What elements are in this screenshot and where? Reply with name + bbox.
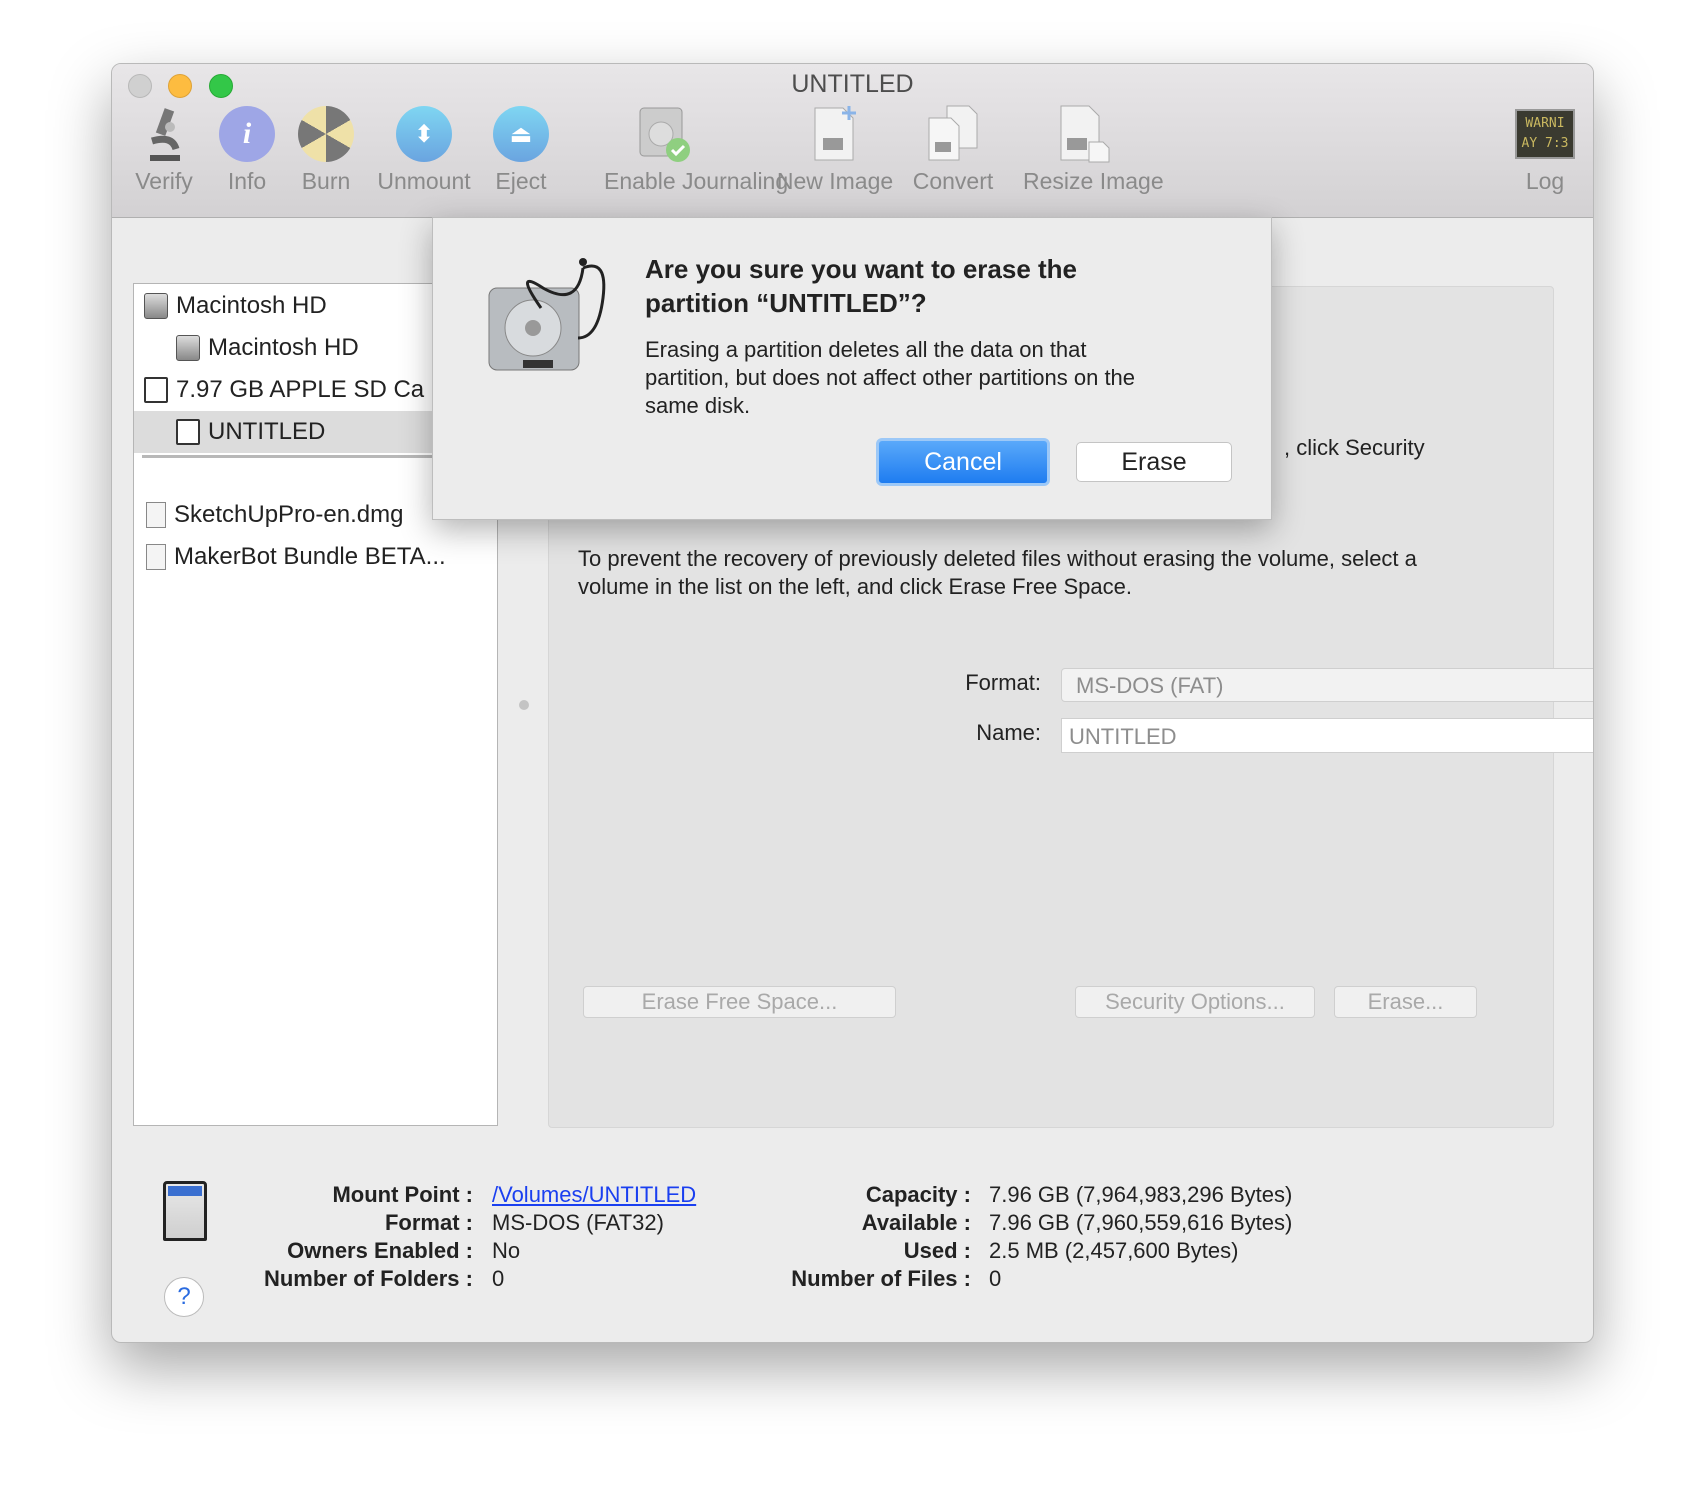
convert-button[interactable]: Convert	[893, 104, 1013, 195]
security-options-button[interactable]: Security Options...	[1075, 986, 1315, 1018]
convert-icon	[923, 104, 983, 164]
used-label: Used :	[903, 1238, 971, 1263]
description-line: volume in the list on the left, and clic…	[578, 574, 1132, 599]
enable-journaling-button[interactable]: Enable Journaling	[604, 104, 788, 195]
resize-image-icon	[1053, 104, 1113, 164]
folders-label: Number of Folders :	[263, 1266, 473, 1291]
sd-card-icon	[176, 419, 200, 445]
erase-free-space-button[interactable]: Erase Free Space...	[583, 986, 896, 1018]
mount-point-label: Mount Point :	[332, 1182, 473, 1207]
resize-image-button[interactable]: Resize Image	[1023, 104, 1164, 195]
owners-label: Owners Enabled :	[287, 1238, 473, 1263]
erase-button[interactable]: Erase...	[1334, 986, 1477, 1018]
capacity-value: 7.96 GB (7,964,983,296 Bytes)	[989, 1182, 1293, 1207]
format-label: Format:	[965, 670, 1041, 695]
disk-image-icon	[146, 502, 166, 528]
files-value: 0	[989, 1266, 1002, 1291]
disk-image-icon	[146, 544, 166, 570]
disk-utility-icon	[483, 248, 613, 383]
available-value: 7.96 GB (7,960,559,616 Bytes)	[989, 1210, 1293, 1235]
hard-disk-icon	[144, 293, 168, 319]
microscope-icon	[134, 104, 194, 164]
split-view-handle[interactable]	[519, 700, 529, 710]
dialog-message: Erasing a partition deletes all the data…	[645, 337, 1136, 418]
cancel-button[interactable]: Cancel	[876, 438, 1050, 486]
new-image-button[interactable]: New Image	[775, 104, 895, 195]
sd-card-icon	[144, 377, 168, 403]
window-title: UNTITLED	[791, 70, 914, 98]
files-label: Number of Files :	[791, 1266, 971, 1291]
eject-icon: ⏏	[493, 106, 549, 162]
new-image-icon	[805, 104, 865, 164]
used-value: 2.5 MB (2,457,600 Bytes)	[989, 1238, 1239, 1263]
dialog-title: Are you sure you want to erase the partit…	[645, 254, 1078, 318]
folders-value: 0	[492, 1266, 505, 1291]
format-info-label: Format :	[384, 1210, 473, 1235]
eject-button[interactable]: ⏏ Eject	[461, 104, 581, 195]
owners-value: No	[492, 1238, 521, 1263]
log-icon: WARNI AY 7:36	[1515, 109, 1575, 159]
hard-disk-icon	[176, 335, 200, 361]
burn-icon	[298, 106, 354, 162]
format-select[interactable]: MS-DOS (FAT)⌃⌄	[1061, 668, 1593, 702]
description-line: To prevent the recovery of previously de…	[578, 546, 1417, 571]
available-label: Available :	[861, 1210, 971, 1235]
unmount-icon: ⬍	[396, 106, 452, 162]
name-label: Name:	[976, 720, 1041, 745]
name-field[interactable]: UNTITLED	[1061, 718, 1593, 753]
confirm-erase-button[interactable]: Erase	[1076, 442, 1232, 482]
journaling-icon	[634, 104, 694, 164]
toolbar: UNTITLED Verify i Info Burn ⬍ Unmount ⏏ …	[112, 64, 1593, 218]
erase-confirmation-dialog: Are you sure you want to erase the partit…	[432, 217, 1272, 520]
security-hint-text: , click Security	[1284, 435, 1425, 460]
capacity-label: Capacity :	[865, 1182, 971, 1207]
list-item[interactable]: MakerBot Bundle BETA...	[134, 536, 497, 578]
log-button[interactable]: WARNI AY 7:36 Log	[1485, 104, 1593, 195]
